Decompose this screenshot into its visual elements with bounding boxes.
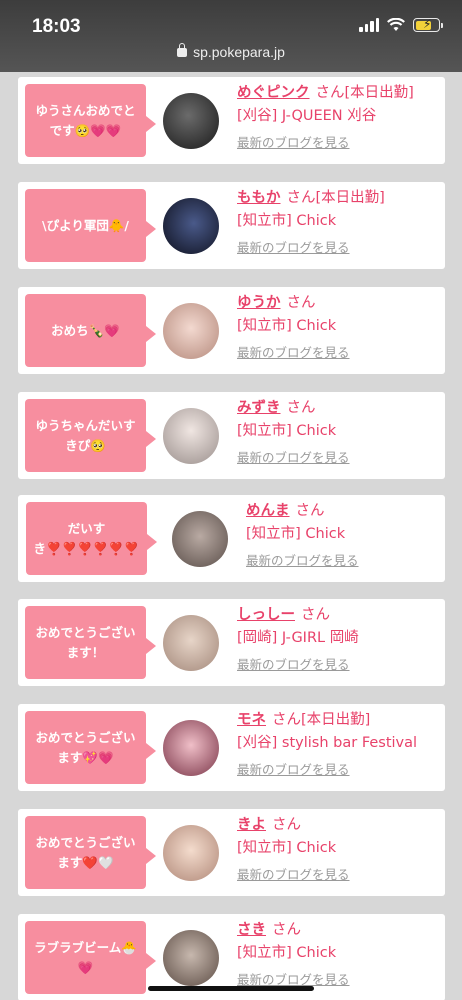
avatar[interactable] xyxy=(163,615,219,671)
latest-blog-link[interactable]: 最新のブログを見る xyxy=(246,553,359,568)
feed-item: ゆうさんおめでとです🥺💗💗 めぐピンク さん[本日出勤] [刈谷] J-QUEEN… xyxy=(18,77,445,164)
cast-name-link[interactable]: みずき xyxy=(237,400,281,416)
cast-name-link[interactable]: めぐピンク xyxy=(237,85,310,101)
shop-name: [知立市] Chick xyxy=(237,840,337,856)
message-bubble: だいすき❣️❣️❣️❣️❣️❣️ xyxy=(26,502,157,575)
latest-blog-link[interactable]: 最新のブログを見る xyxy=(237,135,350,150)
feed-item: ゆうちゃんだいすきぴ🥺 みずき さん [知立市] Chick 最新のブログを見る xyxy=(18,392,445,479)
status-icons: ⚡ xyxy=(359,17,443,32)
feed-item: おめでとうございます❤️🤍 きよ さん [知立市] Chick 最新のブログを見る xyxy=(18,809,445,896)
feed-item: だいすき❣️❣️❣️❣️❣️❣️ めんま さん [知立市] Chick 最新のブロ… xyxy=(18,495,445,582)
feed-item: おめち🍾💗 ゆうか さん [知立市] Chick 最新のブログを見る xyxy=(18,287,445,374)
cast-name-link[interactable]: モネ xyxy=(237,712,266,728)
latest-blog-link[interactable]: 最新のブログを見る xyxy=(237,762,350,777)
feed-item: \ぴより軍団🐥/ ももか さん[本日出勤] [知立市] Chick 最新のブログを… xyxy=(18,182,445,269)
cast-suffix: さん[本日出勤] xyxy=(286,190,385,206)
avatar[interactable] xyxy=(163,93,219,149)
shop-name: [岡崎] J-GIRL 岡崎 xyxy=(237,630,359,646)
avatar[interactable] xyxy=(163,720,219,776)
avatar[interactable] xyxy=(163,408,219,464)
cast-name-link[interactable]: きよ xyxy=(237,817,266,833)
battery-icon: ⚡ xyxy=(413,17,443,32)
message-bubble: \ぴより軍団🐥/ xyxy=(25,189,156,262)
comment-feed: ゆうさんおめでとです🥺💗💗 めぐピンク さん[本日出勤] [刈谷] J-QUEEN… xyxy=(0,72,462,1000)
message-bubble: おめでとうございます！ xyxy=(25,606,156,679)
shop-name: [知立市] Chick xyxy=(237,318,337,334)
shop-name: [知立市] Chick xyxy=(237,213,337,229)
lock-icon xyxy=(177,43,188,57)
cast-suffix: さん[本日出勤] xyxy=(315,85,414,101)
shop-name: [刈谷] J-QUEEN 刈谷 xyxy=(237,108,377,124)
cast-name-link[interactable]: さき xyxy=(237,922,266,938)
latest-blog-link[interactable]: 最新のブログを見る xyxy=(237,972,350,987)
avatar[interactable] xyxy=(163,825,219,881)
cast-suffix: さん xyxy=(286,400,316,416)
cast-name-link[interactable]: しっしー xyxy=(237,607,295,623)
cast-suffix: さん[本日出勤] xyxy=(272,712,371,728)
message-bubble: ゆうちゃんだいすきぴ🥺 xyxy=(25,399,156,472)
wifi-icon xyxy=(387,18,405,31)
feed-item: おめでとうございます！ しっしー さん [岡崎] J-GIRL 岡崎 最新のブログ… xyxy=(18,599,445,686)
cast-suffix: さん xyxy=(272,817,301,833)
status-bar: 18:03 ⚡ sp.pokepara.jp xyxy=(0,0,462,72)
latest-blog-link[interactable]: 最新のブログを見る xyxy=(237,240,350,255)
shop-name: [刈谷] stylish bar Festival xyxy=(237,735,418,751)
message-bubble: ラブラブビーム🐣💗 xyxy=(25,921,156,994)
cast-name-link[interactable]: めんま xyxy=(246,503,290,519)
cast-suffix: さん xyxy=(272,922,301,938)
message-bubble: ゆうさんおめでとです🥺💗💗 xyxy=(25,84,156,157)
address-bar[interactable]: sp.pokepara.jp xyxy=(0,43,462,60)
cast-suffix: さん xyxy=(286,295,316,311)
url-text: sp.pokepara.jp xyxy=(193,44,285,60)
avatar[interactable] xyxy=(163,930,219,986)
shop-name: [知立市] Chick xyxy=(246,526,346,542)
latest-blog-link[interactable]: 最新のブログを見る xyxy=(237,867,350,882)
feed-item: おめでとうございます💖💗 モネ さん[本日出勤] [刈谷] stylish bar… xyxy=(18,704,445,791)
message-bubble: おめでとうございます❤️🤍 xyxy=(25,816,156,889)
message-bubble: おめち🍾💗 xyxy=(25,294,156,367)
message-bubble: おめでとうございます💖💗 xyxy=(25,711,156,784)
avatar[interactable] xyxy=(172,511,228,567)
latest-blog-link[interactable]: 最新のブログを見る xyxy=(237,345,350,360)
home-indicator[interactable] xyxy=(148,986,314,991)
cast-name-link[interactable]: ゆうか xyxy=(237,295,281,311)
cast-suffix: さん xyxy=(295,503,325,519)
status-time: 18:03 xyxy=(32,16,81,37)
latest-blog-link[interactable]: 最新のブログを見る xyxy=(237,657,350,672)
latest-blog-link[interactable]: 最新のブログを見る xyxy=(237,450,350,465)
cast-name-link[interactable]: ももか xyxy=(237,190,281,206)
avatar[interactable] xyxy=(163,303,219,359)
shop-name: [知立市] Chick xyxy=(237,945,337,961)
signal-icon xyxy=(359,18,379,32)
avatar[interactable] xyxy=(163,198,219,254)
cast-suffix: さん xyxy=(301,607,330,623)
shop-name: [知立市] Chick xyxy=(237,423,337,439)
